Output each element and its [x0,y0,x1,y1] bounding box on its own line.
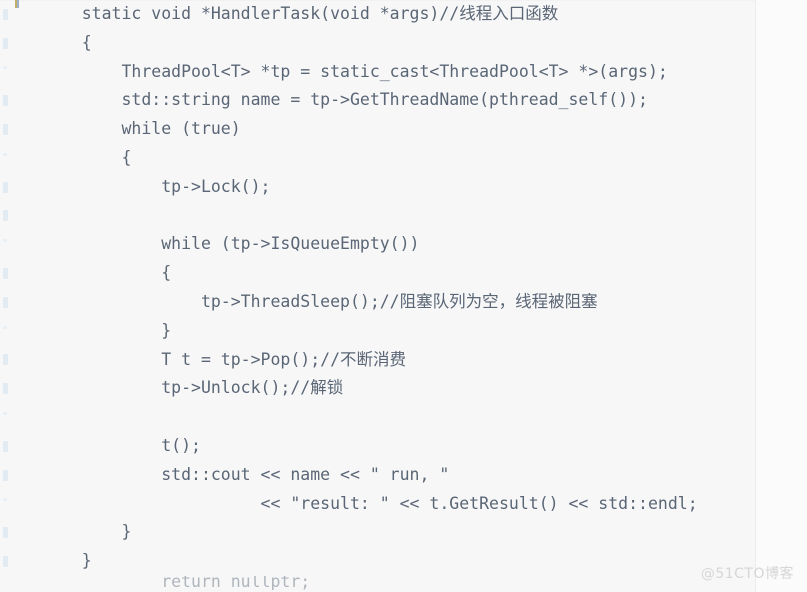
code-line: while (true) [42,119,241,139]
code-line: T t = tp->Pop();//不断消费 [42,349,407,369]
code-line: tp->Lock(); [42,176,271,196]
code-line: } [42,522,132,542]
code-line: while (tp->IsQueueEmpty()) [42,234,420,254]
right-margin-strip [756,0,807,592]
code-line: tp->Unlock();//解锁 [42,378,344,398]
site-watermark: @51CTO博客 [700,566,794,582]
code-line: } [42,551,92,571]
code-line: t(); [42,435,201,455]
code-line: { [42,147,132,167]
code-line: tp->ThreadSleep();//阻塞队列为空，线程被阻塞 [42,291,598,311]
code-line: << "result: " << t.GetResult() << std::e… [42,493,698,513]
code-line-partial: return nullptr; [42,575,311,590]
code-screenshot: static void *HandlerTask(void *args)//线程… [0,0,807,592]
code-line: { [42,32,92,52]
code-line: std::string name = tp->GetThreadName(pth… [42,90,648,110]
code-line: ThreadPool<T> *tp = static_cast<ThreadPo… [42,61,668,81]
code-line: { [42,263,172,283]
code-line: } [42,320,172,340]
code-line: static void *HandlerTask(void *args)//线程… [42,4,559,23]
code-line: std::cout << name << " run, " [42,464,450,484]
code-block: static void *HandlerTask(void *args)//线程… [0,0,756,590]
